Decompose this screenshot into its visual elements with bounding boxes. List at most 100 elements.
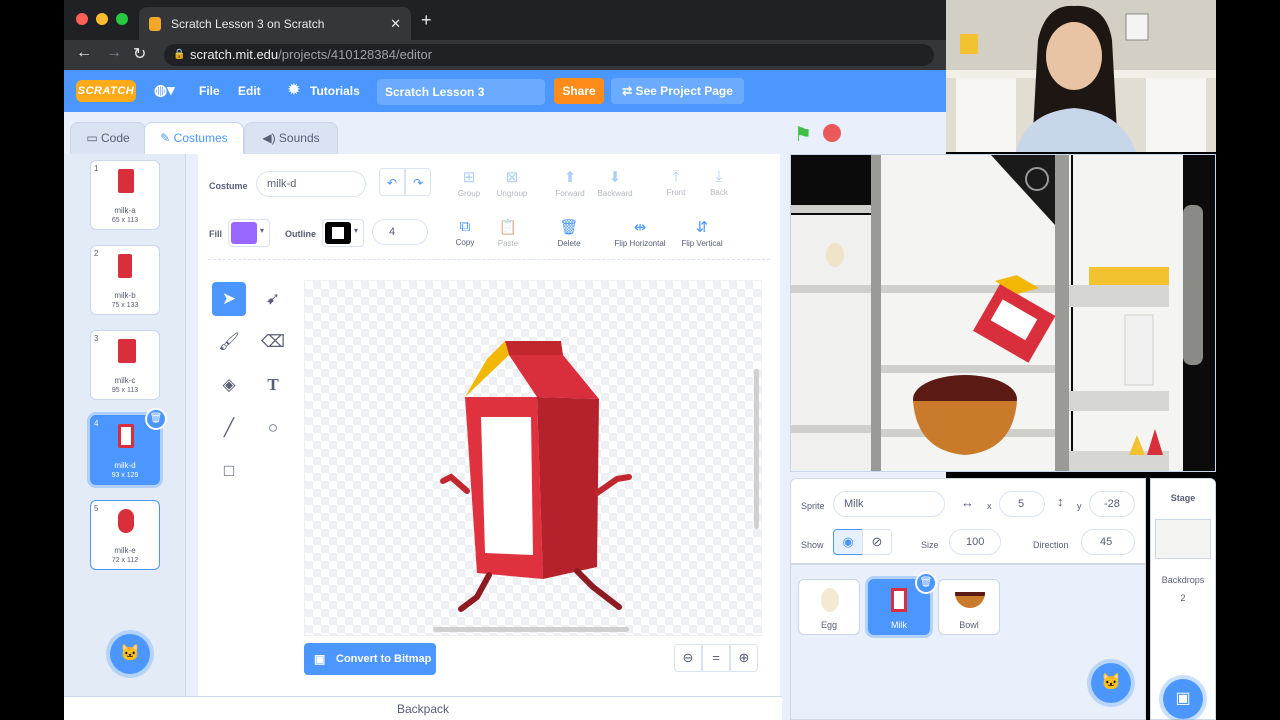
url-host: scratch.mit.edu [190,47,279,62]
tutorials-menu[interactable]: Tutorials [310,84,360,98]
forward-label: Forward [555,189,585,198]
costume-size: 72 x 112 [111,557,139,564]
lock-icon: 🔒 [173,49,186,60]
tab-costumes-label: Costumes [173,131,228,145]
toolbar-divider [208,259,770,260]
sprite-name: Egg [820,620,837,630]
tab-code[interactable]: ▭ Code [70,122,146,154]
backward-button[interactable]: ⬇ Backward [590,168,640,198]
costume-item-selected[interactable]: 4 milk-d 93 x 129 🗑 [90,408,167,485]
sprite-tile[interactable]: Egg [798,579,860,635]
choose-backdrop-icon[interactable]: ▣ [1163,679,1203,719]
delete-sprite-trash-icon[interactable]: 🗑 [915,572,937,594]
scratch-favicon-icon [149,16,161,31]
scratch-logo[interactable]: SCRATCH [76,80,136,102]
back-arrow-icon[interactable]: ← [76,44,92,62]
reshape-tool-icon[interactable]: ➹ [256,282,290,316]
stage-target-panel[interactable]: Stage Backdrops 2 ▣ [1150,478,1216,720]
tab-costumes[interactable]: ✎ Costumes [144,122,244,154]
costume-number: 5 [94,504,99,513]
costume-item[interactable]: 3 milk-c 95 x 113 [90,330,160,400]
stop-sign-icon[interactable] [823,124,841,142]
y-position-input[interactable]: -28 [1089,491,1135,517]
paste-button[interactable]: 📋 Paste [483,218,533,248]
x-label: x [987,501,992,511]
url-path: /projects/410128384/editor [278,47,433,62]
brush-tool-icon[interactable]: 🖌 [212,325,246,359]
sprite-tile[interactable]: Bowl [938,579,1000,635]
costume-item[interactable]: 1 milk-a 65 x 113 [90,160,160,230]
fill-label: Fill [209,229,222,239]
show-sprite-eye-icon[interactable]: ◉ [833,529,863,555]
see-project-page-button[interactable]: ⇄ See Project Page [611,78,744,104]
share-button[interactable]: Share [554,78,604,104]
zoom-out-icon[interactable]: ⊖ [674,644,702,672]
backdrops-label: Backdrops [1161,575,1205,585]
ungroup-button[interactable]: ⊠ Ungroup [487,168,537,198]
convert-to-bitmap-button[interactable]: ▣ Convert to Bitmap [304,643,436,675]
direction-input[interactable]: 45 [1081,529,1135,555]
rectangle-tool-icon[interactable]: □ [212,454,246,488]
hide-sprite-eye-slash-icon[interactable]: ⊘ [862,529,892,555]
new-tab-icon[interactable]: + [421,10,432,31]
x-position-input[interactable]: 5 [999,491,1045,517]
language-globe-icon[interactable]: ◍▾ [154,81,175,99]
select-tool-arrow-icon[interactable]: ➤ [212,282,246,316]
see-project-page-label: See Project Page [635,84,733,98]
file-menu[interactable]: File [199,84,220,98]
minimize-window-button[interactable] [96,13,108,25]
flip-horizontal-button[interactable]: ⇹ Flip Horizontal [608,218,672,248]
sprite-name-input[interactable]: Milk [833,491,945,517]
line-tool-icon[interactable]: ╱ [212,411,246,445]
stage-canvas[interactable] [790,154,1216,472]
speaker-icon: ◀) [262,131,279,145]
reload-icon[interactable]: ↻ [133,44,146,64]
milk-thumbnail [891,588,907,612]
flip-vertical-button[interactable]: ⇵ Flip Vertical [672,218,732,248]
edit-menu[interactable]: Edit [238,84,261,98]
close-window-button[interactable] [76,13,88,25]
sprite-tile-selected[interactable]: Milk 🗑 [868,572,937,635]
circle-tool-icon[interactable]: ○ [256,411,290,445]
undo-icon[interactable]: ↶ [379,168,405,196]
close-tab-icon[interactable]: ✕ [390,16,401,32]
maximize-window-button[interactable] [116,13,128,25]
green-flag-icon[interactable]: ⚑ [794,122,812,147]
choose-sprite-cat-icon[interactable]: 🐱 [1091,663,1131,703]
costume-number: 1 [94,164,99,173]
text-tool-icon[interactable]: T [256,368,290,402]
zoom-in-icon[interactable]: ⊕ [730,644,758,672]
outline-width-input[interactable]: 4 [372,219,428,245]
costume-item[interactable]: 5 milk-e 72 x 112 [90,500,160,570]
choose-costume-cat-icon[interactable]: 🐱 [110,634,150,674]
backpack-bar[interactable]: Backpack [64,696,782,720]
size-input[interactable]: 100 [949,529,1001,555]
fill-color-picker[interactable]: ▾ [228,219,270,247]
delete-button[interactable]: 🗑 Delete [544,218,594,248]
back-label: Back [710,188,728,197]
outline-color-picker[interactable]: ▾ [322,219,364,247]
tab-sounds-label: Sounds [278,131,320,145]
forward-arrow-icon[interactable]: → [106,44,122,62]
costume-item[interactable]: 2 milk-b 75 x 133 [90,245,160,315]
costume-size: 75 x 133 [111,302,139,309]
costume-thumbnail [118,169,134,193]
convert-to-bitmap-label: Convert to Bitmap [336,653,432,665]
eraser-tool-icon[interactable]: ⌫ [256,325,290,359]
fill-bucket-tool-icon[interactable]: ◈ [212,368,246,402]
browser-tab[interactable]: Scratch Lesson 3 on Scratch ✕ [139,7,411,40]
sprite-info-panel: Sprite Milk ↔ x 5 ↕ y -28 Show ◉ ⊘ Size … [790,478,1146,564]
costume-list: 1 milk-a 65 x 113 2 milk-b 75 x 133 3 mi… [64,154,186,698]
back-button[interactable]: ⤓ Back [694,168,744,197]
costume-name: milk-a [114,206,136,215]
project-title-input[interactable]: Scratch Lesson 3 [377,79,545,105]
costume-name-input[interactable]: milk-d [256,171,366,197]
redo-icon[interactable]: ↷ [405,168,431,196]
forward-button[interactable]: ⬆ Forward [545,168,595,198]
tab-sounds[interactable]: ◀) Sounds [244,122,338,154]
zoom-reset-button[interactable]: = [702,644,730,672]
drawing-canvas[interactable] [304,280,762,636]
costume-number: 2 [94,249,99,258]
url-field[interactable]: 🔒 scratch.mit.edu/projects/410128384/edi… [164,44,934,66]
delete-costume-trash-icon[interactable]: 🗑 [145,408,167,430]
